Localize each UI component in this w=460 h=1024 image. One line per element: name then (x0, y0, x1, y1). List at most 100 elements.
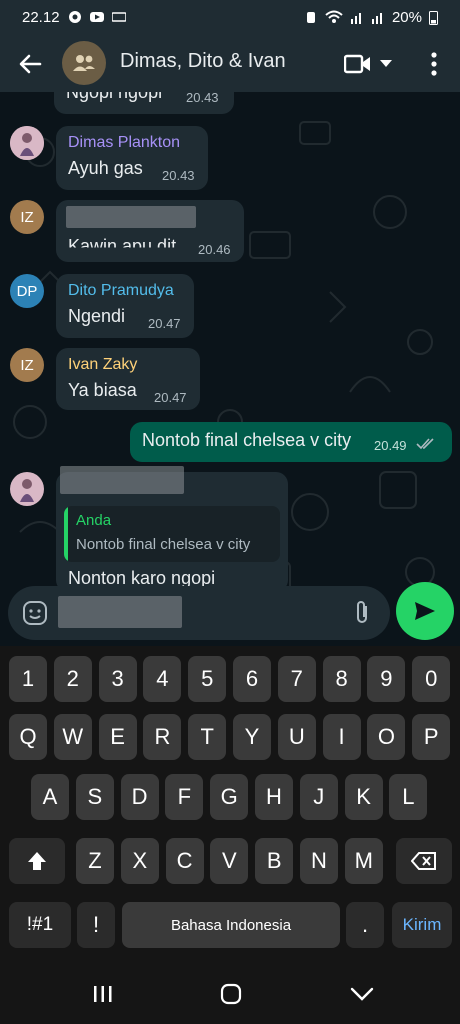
more-options-icon[interactable] (424, 50, 444, 78)
key-c[interactable]: C (165, 838, 204, 884)
on-screen-keyboard: 1 2 3 4 5 6 7 8 9 0 Q W E R T Y U I O P A S D F G H J K L Z X C V B N M !#1!… (0, 646, 460, 960)
recent-apps-icon[interactable] (92, 984, 114, 1004)
key-k[interactable]: K (344, 774, 383, 820)
send-icon (415, 602, 435, 620)
key-1[interactable]: 1 (9, 656, 47, 702)
message-composer (0, 582, 460, 646)
quote-text: Nontob final chelsea v city (76, 536, 251, 553)
key-y[interactable]: Y (233, 714, 271, 760)
message-text: Ngopi ngopi (66, 92, 163, 102)
backspace-key[interactable] (396, 838, 452, 884)
key-b[interactable]: B (255, 838, 294, 884)
key-8[interactable]: 8 (322, 656, 361, 702)
avatar-dimas[interactable] (10, 472, 44, 506)
group-avatar[interactable] (62, 41, 106, 85)
message-bubble[interactable]: Dito Pramudya Ngendi 20.47 (56, 274, 194, 338)
message-time: 20.47 (154, 390, 187, 405)
key-9[interactable]: 9 (367, 656, 406, 702)
status-bar: 22.12 20% (0, 0, 460, 34)
quote-author: Anda (76, 512, 112, 529)
message-text: Ngendi (68, 306, 126, 326)
chevron-down-icon (380, 60, 392, 67)
quote-accent-bar (64, 506, 68, 562)
avatar-dimas[interactable] (10, 126, 44, 160)
key-i[interactable]: I (322, 714, 361, 760)
message-bubble[interactable]: Dimas Plankton Ayuh gas 20.43 (56, 126, 208, 190)
key-q[interactable]: Q (9, 714, 47, 760)
symbols-key[interactable]: !#1 (9, 902, 71, 948)
sticker-icon[interactable] (22, 600, 48, 626)
read-receipt-icon (416, 438, 434, 450)
signal-icon (350, 13, 361, 24)
key-0[interactable]: 0 (412, 656, 451, 702)
key-n[interactable]: N (300, 838, 338, 884)
sender-name[interactable]: Ivan Zaky (68, 356, 137, 374)
youtube-icon (89, 12, 104, 22)
message-time: 20.43 (162, 168, 195, 183)
home-icon[interactable] (220, 983, 242, 1005)
back-arrow-icon[interactable] (16, 50, 44, 78)
key-o[interactable]: O (367, 714, 406, 760)
key-x[interactable]: X (120, 838, 159, 884)
video-call-button[interactable] (344, 52, 402, 76)
chrome-icon (68, 11, 81, 23)
message-bubble[interactable]: Ngopi ngopi 20.43 (54, 92, 234, 114)
key-r[interactable]: R (143, 714, 182, 760)
sender-name[interactable]: Dito Pramudya (68, 282, 174, 300)
shift-icon (28, 852, 46, 870)
key-3[interactable]: 3 (98, 656, 137, 702)
key-6[interactable]: 6 (233, 656, 271, 702)
key-g[interactable]: G (210, 774, 249, 820)
key-s[interactable]: S (75, 774, 114, 820)
key-h[interactable]: H (255, 774, 293, 820)
key-v[interactable]: V (210, 838, 249, 884)
key-4[interactable]: 4 (143, 656, 182, 702)
chat-title[interactable]: Dimas, Dito & Ivan (120, 50, 286, 73)
key-m[interactable]: M (344, 838, 383, 884)
signal-icon-2 (371, 13, 382, 24)
key-w[interactable]: W (53, 714, 92, 760)
back-nav-icon[interactable] (350, 986, 374, 1002)
shift-key[interactable] (9, 838, 65, 884)
message-time: 20.43 (186, 92, 219, 105)
message-time: 20.46 (198, 242, 231, 257)
key-a[interactable]: A (31, 774, 69, 820)
key-p[interactable]: P (412, 714, 451, 760)
message-text: Kawin apu dit (68, 236, 177, 256)
space-key[interactable]: Bahasa Indonesia (122, 902, 340, 948)
message-bubble[interactable]: Ivan Zaky Ya biasa 20.47 (56, 348, 200, 410)
key-j[interactable]: J (299, 774, 338, 820)
send-button[interactable] (396, 582, 454, 640)
avatar-dito[interactable]: DP (10, 274, 44, 308)
key-period[interactable]: . (346, 902, 384, 948)
outgoing-message-bubble[interactable]: Nontob final chelsea v city 20.49 (130, 422, 452, 462)
battery-percent: 20% (391, 8, 422, 26)
key-z[interactable]: Z (76, 838, 114, 884)
key-f[interactable]: F (165, 774, 204, 820)
key-2[interactable]: 2 (53, 656, 92, 702)
key-5[interactable]: 5 (188, 656, 227, 702)
key-t[interactable]: T (188, 714, 227, 760)
key-l[interactable]: L (389, 774, 428, 820)
video-camera-icon (344, 54, 370, 74)
avatar-ivan[interactable]: IZ (10, 200, 44, 234)
message-time: 20.49 (374, 438, 407, 453)
avatar-ivan[interactable]: IZ (10, 348, 44, 382)
attachment-icon[interactable] (352, 600, 374, 626)
alarm-icon (306, 12, 315, 23)
message-bubble[interactable]: Kawin apu dit 20.46 (56, 200, 244, 262)
message-text: Ayuh gas (68, 158, 143, 178)
key-d[interactable]: D (120, 774, 159, 820)
backspace-icon (411, 852, 436, 870)
reply-message-bubble[interactable]: Anda Nontob final chelsea v city Nonton … (56, 466, 288, 592)
message-input[interactable] (8, 586, 390, 640)
key-e[interactable]: E (98, 714, 137, 760)
quoted-message[interactable]: Anda Nontob final chelsea v city (64, 506, 280, 562)
key-u[interactable]: U (277, 714, 316, 760)
sender-name[interactable]: Dimas Plankton (68, 134, 180, 152)
send-key[interactable]: Kirim (392, 902, 452, 948)
keyboard-icon (111, 12, 126, 22)
key-exclaim[interactable]: ! (77, 902, 115, 948)
chat-area[interactable]: Ngopi ngopi 20.43 Dimas Plankton Ayuh ga… (0, 92, 460, 646)
key-7[interactable]: 7 (277, 656, 316, 702)
